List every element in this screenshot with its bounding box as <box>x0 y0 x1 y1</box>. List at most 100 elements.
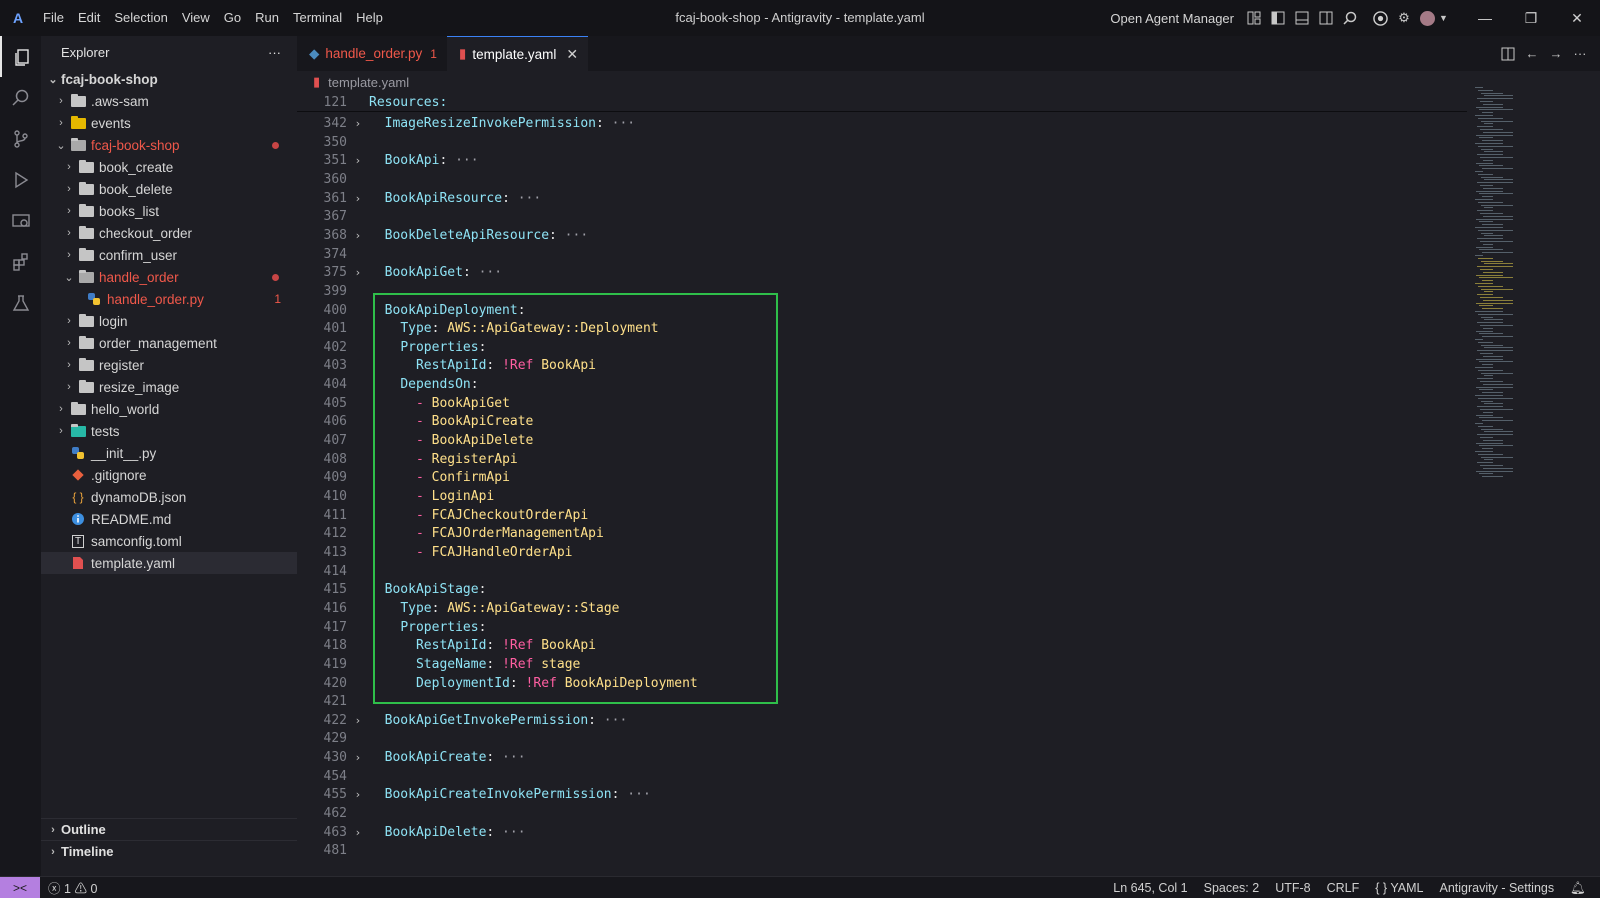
tree-item[interactable]: › order_management <box>41 332 297 354</box>
explorer-more-actions-icon[interactable]: ··· <box>268 45 281 60</box>
remote-indicator[interactable]: >< <box>0 876 40 898</box>
minimap[interactable] <box>1467 71 1600 876</box>
language-mode[interactable]: { } YAML <box>1367 881 1431 895</box>
code-line[interactable]: 375 › BookApiGet: ··· <box>297 263 1467 282</box>
code-line[interactable]: 412 - FCAJOrderManagementApi <box>297 524 1467 543</box>
code-line[interactable]: 415 BookApiStage: <box>297 580 1467 599</box>
folded-ellipsis[interactable]: ··· <box>596 713 628 728</box>
tree-item[interactable]: ⌄ fcaj-book-shop <box>41 134 297 156</box>
code-line[interactable]: 399 <box>297 282 1467 301</box>
breadcrumb-file[interactable]: template.yaml <box>328 75 409 90</box>
code-line[interactable]: 414 <box>297 562 1467 581</box>
folded-ellipsis[interactable]: ··· <box>604 116 636 131</box>
tree-root-fcaj-book-shop[interactable]: ⌄ fcaj-book-shop <box>41 68 297 90</box>
code-line[interactable]: 455 › BookApiCreateInvokePermission: ··· <box>297 785 1467 804</box>
testing-flask-icon[interactable] <box>0 282 41 323</box>
problems-indicator[interactable]: ⓧ 1 ⚠ 0 <box>40 878 105 897</box>
tree-item[interactable]: › events <box>41 112 297 134</box>
restore-button[interactable]: ❐ <box>1508 0 1554 36</box>
tree-item[interactable]: Tsamconfig.toml <box>41 530 297 552</box>
menu-selection[interactable]: Selection <box>107 0 174 36</box>
close-tab-icon[interactable]: ✕ <box>566 46 578 63</box>
go-forward-icon[interactable]: → <box>1544 42 1568 66</box>
code-line[interactable]: 407 - BookApiDelete <box>297 431 1467 450</box>
code-line[interactable]: 350 <box>297 133 1467 152</box>
code-line[interactable]: 400 BookApiDeployment: <box>297 301 1467 320</box>
tree-item[interactable]: › book_create <box>41 156 297 178</box>
encoding[interactable]: UTF-8 <box>1267 881 1318 895</box>
account-avatar[interactable]: ▼ <box>1416 6 1452 30</box>
explorer-icon[interactable] <box>0 36 41 77</box>
code-line[interactable]: 402 Properties: <box>297 338 1467 357</box>
menu-edit[interactable]: Edit <box>71 0 107 36</box>
code-line[interactable]: 420 DeploymentId: !Ref BookApiDeployment <box>297 674 1467 693</box>
code-line[interactable]: 481 <box>297 841 1467 860</box>
notifications-bell-icon[interactable]: 🔔︎ <box>1562 881 1594 896</box>
menu-help[interactable]: Help <box>349 0 390 36</box>
menu-run[interactable]: Run <box>248 0 286 36</box>
code-line[interactable]: 360 <box>297 170 1467 189</box>
settings-link[interactable]: Antigravity - Settings <box>1431 881 1562 895</box>
customize-layout-icon[interactable] <box>1242 6 1266 30</box>
code-line[interactable]: 419 StageName: !Ref stage <box>297 655 1467 674</box>
tree-item[interactable]: › tests <box>41 420 297 442</box>
code-line[interactable]: 405 - BookApiGet <box>297 394 1467 413</box>
tree-item[interactable]: › books_list <box>41 200 297 222</box>
code-line[interactable]: 417 Properties: <box>297 618 1467 637</box>
code-line[interactable]: 361 › BookApiResource: ··· <box>297 189 1467 208</box>
cursor-position[interactable]: Ln 645, Col 1 <box>1105 881 1195 895</box>
code-line[interactable]: 413 - FCAJHandleOrderApi <box>297 543 1467 562</box>
folded-ellipsis[interactable]: ··· <box>494 825 526 840</box>
antigravity-logo-icon[interactable]: A <box>0 0 36 36</box>
folded-ellipsis[interactable]: ··· <box>494 750 526 765</box>
code-line[interactable]: 406 - BookApiCreate <box>297 412 1467 431</box>
sticky-scroll-line[interactable]: 121 Resources: <box>297 93 1467 112</box>
fold-chevron-icon[interactable]: › <box>347 117 369 130</box>
fold-chevron-icon[interactable]: › <box>347 826 369 839</box>
more-actions-icon[interactable]: ··· <box>1568 42 1592 66</box>
toggle-primary-sidebar-icon[interactable] <box>1266 6 1290 30</box>
tree-item[interactable]: README.md <box>41 508 297 530</box>
code-line[interactable]: 416 Type: AWS::ApiGateway::Stage <box>297 599 1467 618</box>
fold-chevron-icon[interactable]: › <box>347 266 369 279</box>
fold-chevron-icon[interactable]: › <box>347 154 369 167</box>
chrome-browser-icon[interactable] <box>1368 6 1392 30</box>
search-icon[interactable] <box>0 77 41 118</box>
code-line[interactable]: 454 <box>297 767 1467 786</box>
tree-item[interactable]: ⌄ handle_order <box>41 266 297 288</box>
tree-item[interactable]: handle_order.py 1 <box>41 288 297 310</box>
timeline-section[interactable]: › Timeline <box>41 840 297 862</box>
tree-item[interactable]: template.yaml <box>41 552 297 574</box>
folded-ellipsis[interactable]: ··· <box>510 191 542 206</box>
code-line[interactable]: 462 <box>297 804 1467 823</box>
code-editor[interactable]: 121 Resources: 342 › ImageResizeInvokePer… <box>297 93 1467 876</box>
folded-ellipsis[interactable]: ··· <box>619 787 651 802</box>
run-debug-icon[interactable] <box>0 159 41 200</box>
menu-go[interactable]: Go <box>217 0 248 36</box>
tab-template-yaml[interactable]: ▮ template.yaml ✕ <box>446 36 589 71</box>
code-line[interactable]: 401 Type: AWS::ApiGateway::Deployment <box>297 319 1467 338</box>
settings-gear-icon[interactable]: ⚙ <box>1392 6 1416 30</box>
code-line[interactable]: 403 RestApiId: !Ref BookApi <box>297 356 1467 375</box>
menu-file[interactable]: File <box>36 0 71 36</box>
tree-item[interactable]: › login <box>41 310 297 332</box>
tab-handle-order-py[interactable]: ◆ handle_order.py 1 <box>297 36 447 71</box>
tree-item[interactable]: .gitignore <box>41 464 297 486</box>
code-line[interactable]: 404 DependsOn: <box>297 375 1467 394</box>
indentation[interactable]: Spaces: 2 <box>1196 881 1268 895</box>
code-line[interactable]: 409 - ConfirmApi <box>297 468 1467 487</box>
open-agent-manager-button[interactable]: Open Agent Manager <box>1110 11 1234 26</box>
code-line[interactable]: 374 <box>297 245 1467 264</box>
code-line[interactable]: 430 › BookApiCreate: ··· <box>297 748 1467 767</box>
tree-item[interactable]: › hello_world <box>41 398 297 420</box>
code-line[interactable]: 421 <box>297 692 1467 711</box>
code-line[interactable]: 429 <box>297 729 1467 748</box>
fold-chevron-icon[interactable]: › <box>347 192 369 205</box>
tree-item[interactable]: { } dynamoDB.json <box>41 486 297 508</box>
tree-item[interactable]: › confirm_user <box>41 244 297 266</box>
tree-item[interactable]: › resize_image <box>41 376 297 398</box>
tree-item[interactable]: › checkout_order <box>41 222 297 244</box>
code-line[interactable]: 410 - LoginApi <box>297 487 1467 506</box>
search-icon[interactable] <box>1338 6 1362 30</box>
code-line[interactable]: 463 › BookApiDelete: ··· <box>297 823 1467 842</box>
